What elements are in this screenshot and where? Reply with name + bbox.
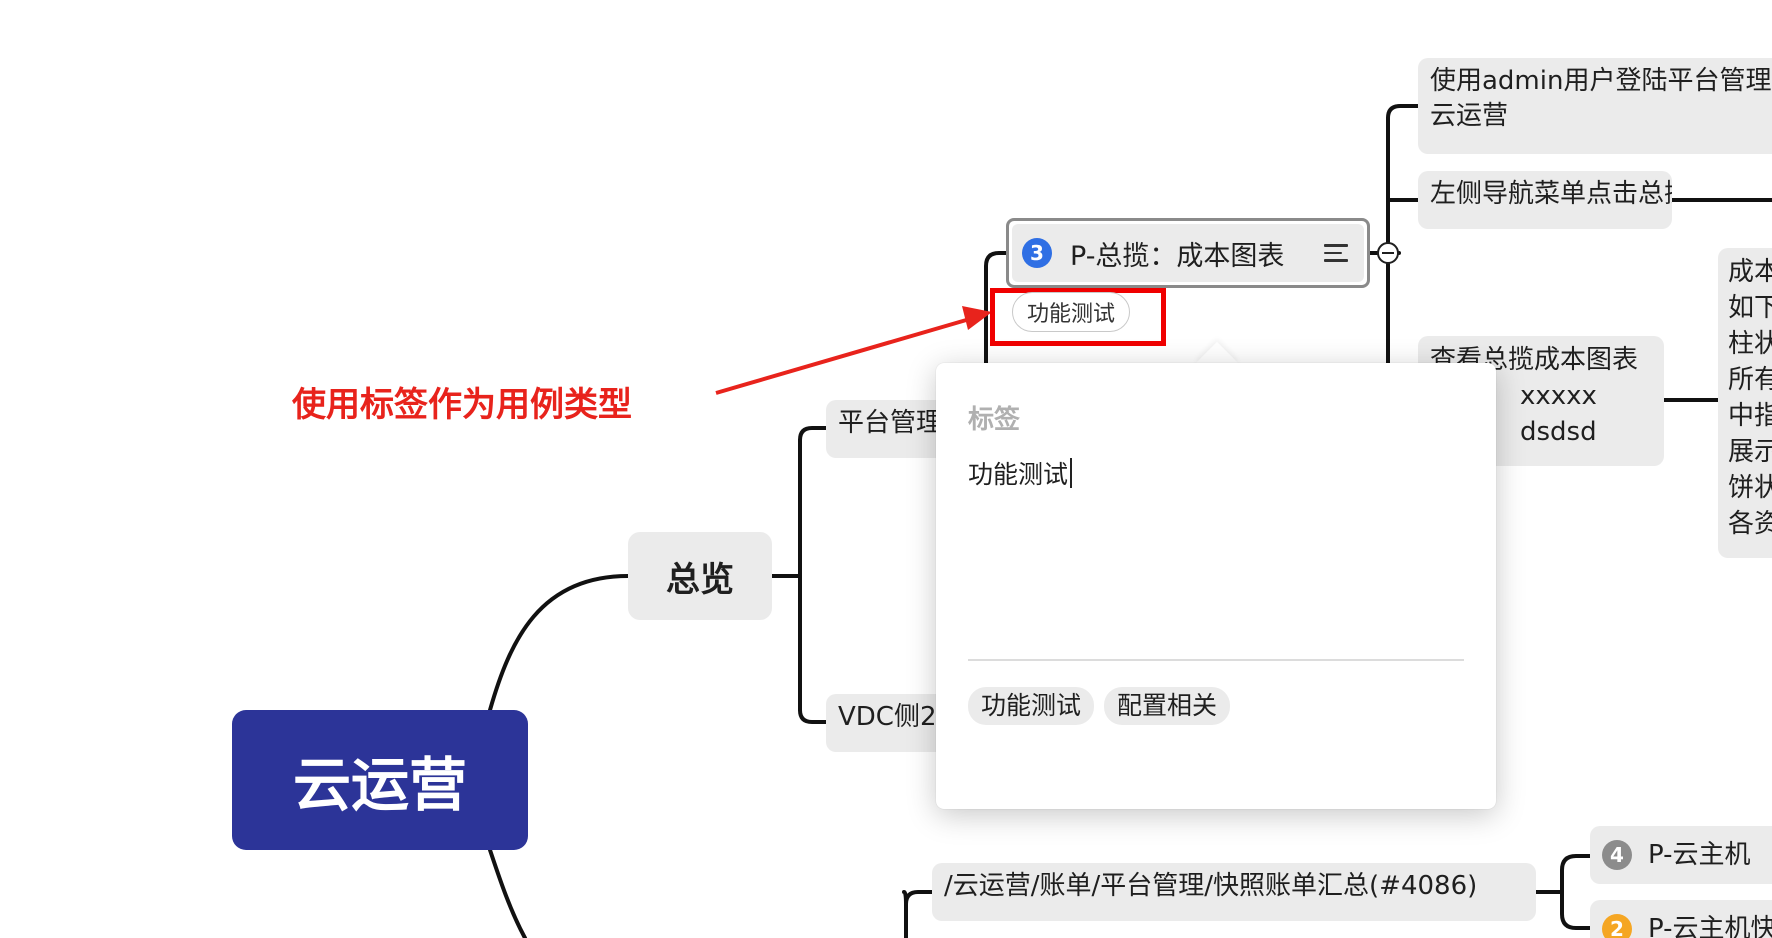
popup-divider: [968, 659, 1464, 661]
vm-node-4-label: P-云主机: [1648, 839, 1751, 870]
selected-node-label: P-总揽：成本图表: [1070, 240, 1285, 272]
collapse-toggle-icon[interactable]: [1377, 242, 1399, 264]
selected-node[interactable]: 3 P-总揽：成本图表: [1012, 224, 1364, 282]
vdc-node[interactable]: VDC侧2: [826, 694, 946, 752]
login-step-line-1: 使用admin用户登陆平台管理: [1430, 66, 1772, 96]
root-node-label: 云运营: [292, 751, 467, 819]
suggestion-chip-functional-test[interactable]: 功能测试: [968, 687, 1095, 725]
login-step-node[interactable]: 使用admin用户登陆平台管理 云运营: [1418, 58, 1772, 154]
annotation-text: 使用标签作为用例类型: [292, 385, 632, 425]
tag-editor-popup[interactable]: 标签 功能测试 功能测试 配置相关: [936, 363, 1496, 809]
root-node[interactable]: 云运营: [232, 710, 528, 850]
nav-step-label: 左侧导航菜单点击总揽: [1430, 179, 1672, 209]
result-line-5: 中指: [1728, 401, 1772, 431]
suggestion-chip-config[interactable]: 配置相关: [1104, 687, 1231, 725]
vdc-label: VDC侧2: [838, 702, 937, 732]
text-cursor: [1070, 458, 1073, 488]
popup-title: 标签: [968, 405, 1021, 435]
vm-node-2-label: P-云主机快: [1648, 913, 1772, 938]
priority-badge: 4: [1602, 840, 1632, 870]
vm-node-2[interactable]: 2 P-云主机快: [1590, 900, 1772, 938]
tag-input-value: 功能测试: [968, 460, 1069, 489]
result-line-7: 饼状: [1728, 473, 1772, 503]
tag-suggestions: 功能测试 配置相关: [968, 687, 1231, 725]
path-node-label: /云运营/账单/平台管理/快照账单汇总(#4086): [944, 871, 1478, 901]
result-line-4: 所有: [1728, 365, 1772, 395]
overview-node-label: 总览: [666, 559, 734, 600]
mindmap-canvas[interactable]: 云运营 总览 平台管理 VDC侧2 3 P-总揽：成本图表 功能测试 使用标签作…: [0, 0, 1772, 938]
node-tag-label: 功能测试: [1026, 302, 1115, 327]
priority-badge: 2: [1602, 914, 1632, 938]
notes-icon[interactable]: [1324, 244, 1348, 262]
result-line-3: 柱状: [1728, 329, 1772, 359]
tag-input[interactable]: 功能测试: [968, 455, 1073, 491]
result-node[interactable]: 成本 如下 柱状 所有 中指 展示 饼状 各资: [1718, 248, 1772, 558]
priority-badge: 3: [1022, 238, 1052, 268]
path-node[interactable]: /云运营/账单/平台管理/快照账单汇总(#4086): [932, 863, 1536, 921]
result-line-6: 展示: [1728, 437, 1772, 467]
login-step-line-2: 云运营: [1430, 101, 1509, 131]
nav-step-node[interactable]: 左侧导航菜单点击总揽: [1418, 171, 1672, 229]
overview-node[interactable]: 总览: [628, 532, 772, 620]
platform-management-label: 平台管理: [838, 408, 943, 438]
vm-node-4[interactable]: 4 P-云主机: [1590, 826, 1772, 884]
result-line-1: 成本: [1728, 257, 1772, 287]
node-tag-chip[interactable]: 功能测试: [1012, 292, 1130, 332]
result-line-8: 各资: [1728, 509, 1772, 539]
result-line-2: 如下: [1728, 293, 1772, 323]
